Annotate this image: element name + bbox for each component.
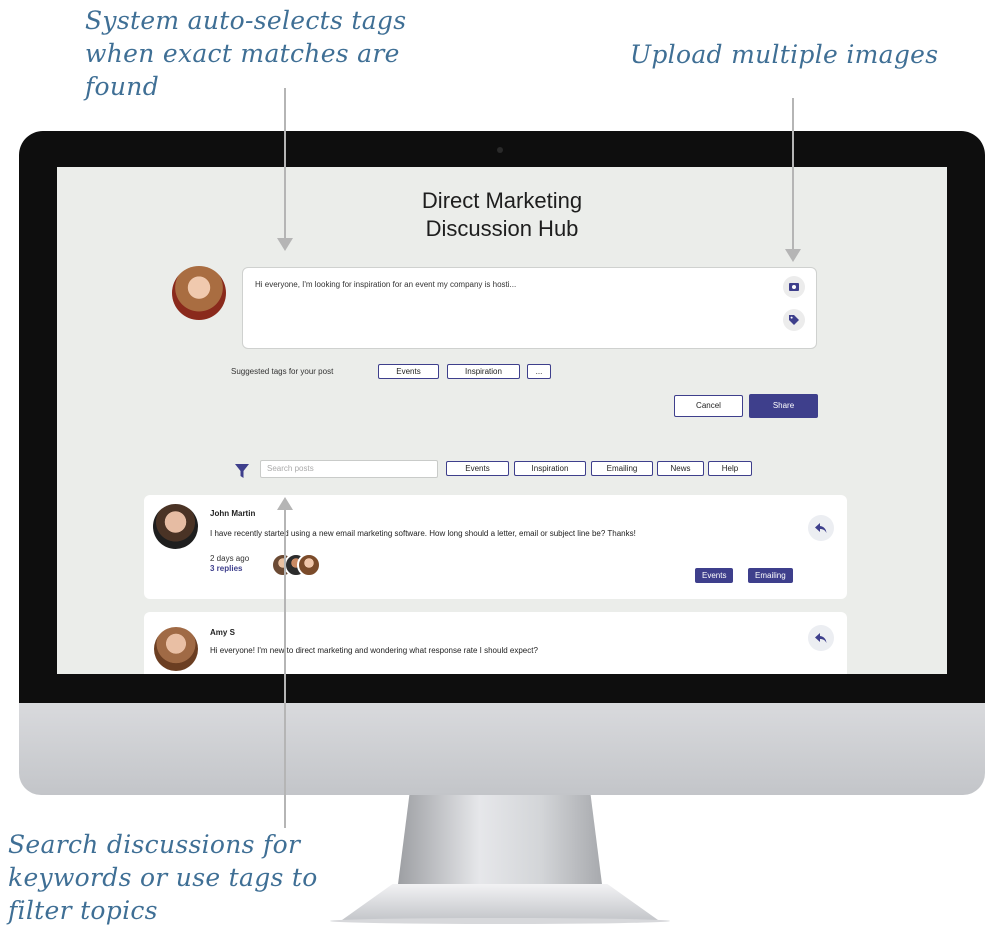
monitor-stand-shadow: [330, 918, 670, 924]
pointer-arrow-search: [277, 497, 293, 510]
post-card[interactable]: Amy S Hi everyone! I'm new to direct mar…: [144, 612, 847, 674]
suggested-tag-events[interactable]: Events: [378, 364, 439, 379]
post-text: I have recently started using a new emai…: [210, 529, 636, 538]
post-author-name[interactable]: Amy S: [210, 628, 235, 637]
pointer-line-search: [284, 510, 286, 828]
composer-text: Hi everyone, I'm looking for inspiration…: [255, 280, 517, 289]
upload-image-button[interactable]: [783, 276, 805, 298]
filter-tag-help[interactable]: Help: [708, 461, 752, 476]
filter-tag-inspiration[interactable]: Inspiration: [514, 461, 586, 476]
filter-tag-events[interactable]: Events: [446, 461, 509, 476]
post-author-name[interactable]: John Martin: [210, 509, 255, 518]
annotation-upload-images: Upload multiple images: [630, 40, 939, 69]
image-icon: [789, 283, 799, 291]
post-tag-emailing[interactable]: Emailing: [748, 568, 793, 583]
suggested-tags-label: Suggested tags for your post: [231, 367, 334, 376]
post-card[interactable]: John Martin I have recently started usin…: [144, 495, 847, 599]
post-timestamp: 2 days ago: [210, 554, 250, 563]
reply-button[interactable]: [808, 625, 834, 651]
page-title-line-2: Discussion Hub: [425, 216, 579, 241]
tag-icon: [789, 315, 799, 325]
camera-dot: [497, 147, 503, 153]
pointer-line-auto-tags: [284, 88, 286, 238]
post-text: Hi everyone! I'm new to direct marketing…: [210, 646, 538, 655]
monitor-stand-foot: [342, 884, 658, 920]
page-title: Direct Marketing Discussion Hub: [57, 187, 947, 243]
pointer-arrow-upload: [785, 249, 801, 262]
suggested-tag-inspiration[interactable]: Inspiration: [447, 364, 520, 379]
annotation-search: Search discussions for keywords or use t…: [8, 830, 318, 925]
filter-tag-emailing[interactable]: Emailing: [591, 461, 653, 476]
post-author-avatar: [153, 504, 198, 549]
post-composer[interactable]: Hi everyone, I'm looking for inspiration…: [242, 267, 817, 349]
reply-icon: [815, 523, 827, 533]
filter-tag-news[interactable]: News: [657, 461, 704, 476]
reply-button[interactable]: [808, 515, 834, 541]
cancel-button[interactable]: Cancel: [674, 395, 743, 417]
add-tag-button[interactable]: [783, 309, 805, 331]
page-title-line-1: Direct Marketing: [421, 188, 583, 213]
monitor-chin: [19, 703, 985, 795]
search-input[interactable]: Search posts: [260, 460, 438, 478]
filter-icon[interactable]: [234, 463, 250, 479]
post-replies-link[interactable]: 3 replies: [210, 564, 242, 573]
pointer-line-upload: [792, 98, 794, 249]
monitor-stand-neck: [397, 795, 603, 892]
reply-icon: [815, 633, 827, 643]
pointer-arrow-auto-tags: [277, 238, 293, 251]
post-tag-events[interactable]: Events: [695, 568, 734, 583]
reply-avatar: [297, 553, 321, 577]
post-author-avatar: [154, 627, 198, 671]
current-user-avatar: [172, 266, 226, 320]
screen: Direct Marketing Discussion Hub Hi every…: [57, 167, 947, 674]
annotation-auto-tags: System auto-selects tags when exact matc…: [85, 6, 407, 101]
suggested-tag-more[interactable]: ...: [527, 364, 551, 379]
share-button[interactable]: Share: [749, 394, 818, 418]
